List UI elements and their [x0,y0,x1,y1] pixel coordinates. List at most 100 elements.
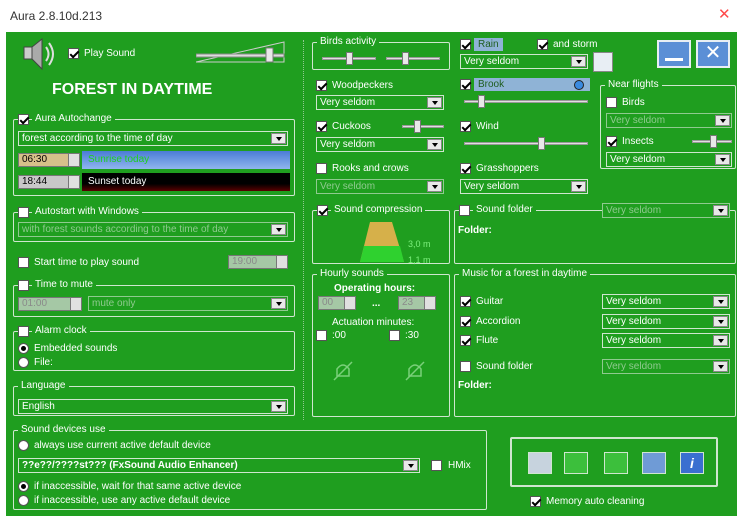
divider [303,40,304,420]
act-minutes-label: Actuation minutes: [332,317,415,328]
sunset-time-spinner[interactable]: 18:44 [18,175,80,189]
language-label: Language [18,380,69,392]
alarm-file-radio[interactable] [18,357,29,368]
wind-label: Wind [476,121,499,132]
sound-file-icon[interactable] [593,52,613,72]
device-opt1-radio[interactable] [18,440,29,451]
volume-slider[interactable] [195,40,288,64]
accordion-label: Accordion [476,316,521,327]
cuckoos-slider[interactable] [402,125,444,128]
rain-label: Rain [474,38,503,51]
insects-label: Insects [622,136,654,147]
brook-checkbox[interactable] [460,79,471,90]
alarm-checkbox[interactable] [18,326,29,337]
memory-cleaning-checkbox[interactable] [530,496,541,507]
embedded-sounds-radio[interactable] [18,343,29,354]
wind-slider[interactable] [464,142,588,145]
start-time-checkbox[interactable] [18,257,29,268]
alarm-label: Alarm clock [32,325,90,337]
autochange-checkbox[interactable] [18,114,29,125]
autostart-checkbox[interactable] [18,207,29,218]
device-opt2-label: if inaccessible, wait for that same acti… [34,481,242,492]
device-opt2-radio[interactable] [18,481,29,492]
mute-time-spinner[interactable]: 01:00 [18,297,82,311]
mute-option-dropdown[interactable]: mute only [88,296,288,311]
cuckoos-dropdown[interactable]: Very seldom [316,137,444,152]
insects-checkbox[interactable] [606,136,617,147]
language-dropdown[interactable]: English [18,399,288,414]
rooks-dropdown[interactable]: Very seldom [316,179,444,194]
flute-dropdown[interactable]: Very seldom [602,333,730,348]
wind-checkbox[interactable] [460,121,471,132]
near-birds-checkbox[interactable] [606,97,617,108]
autochange-mode-dropdown[interactable]: forest according to the time of day [18,131,288,146]
rooks-checkbox[interactable] [316,163,327,174]
close-icon[interactable]: ✕ [718,5,731,23]
rooks-label: Rooks and crows [332,163,409,174]
compression-checkbox[interactable] [317,205,328,216]
birds-activity-group: Birds activity [312,36,450,70]
insects-dropdown[interactable]: Very seldom [606,152,732,167]
play-sound-label: Play Sound [84,48,136,59]
upload-icon[interactable] [604,452,628,474]
bell-off-icon-2[interactable] [404,360,426,382]
download-icon[interactable] [564,452,588,474]
guitar-checkbox[interactable] [460,296,471,307]
info-icon[interactable]: i [680,452,704,474]
birds-slider-2[interactable] [386,57,440,60]
hours-from-spinner[interactable]: 00 [318,296,356,310]
near-flights-label: Near flights [605,79,662,91]
storm-checkbox[interactable] [537,39,548,50]
minute-30-checkbox[interactable] [389,330,400,341]
flute-label: Flute [476,335,499,346]
folder-dropdown[interactable]: Very seldom [602,203,730,218]
cuckoos-label: Cuckoos [332,121,371,132]
compression-label: Sound compression [331,204,426,216]
flute-checkbox[interactable] [460,335,471,346]
mute-checkbox[interactable] [18,280,29,291]
title-bar: Aura 2.8.10d.213 ✕ [0,0,744,32]
guitar-dropdown[interactable]: Very seldom [602,294,730,309]
hourly-label: Hourly sounds [317,268,387,280]
embedded-sounds-label: Embedded sounds [34,343,118,354]
sunrise-time-spinner[interactable]: 06:30 [18,153,80,167]
bell-off-icon[interactable] [332,360,354,382]
folder-path-label: Folder: [458,225,492,236]
woodpeckers-dropdown[interactable]: Very seldom [316,95,444,110]
music-label: Music for a forest in daytime [459,268,591,280]
near-birds-dropdown[interactable]: Very seldom [606,113,732,128]
grasshoppers-dropdown[interactable]: Very seldom [460,179,588,194]
grasshoppers-checkbox[interactable] [460,163,471,174]
start-time-label: Start time to play sound [34,257,140,268]
minute-00-checkbox[interactable] [316,330,327,341]
hmix-label: HMix [448,460,471,471]
music-folder-checkbox[interactable] [460,361,471,372]
start-time-spinner[interactable]: 19:00 [228,255,288,269]
guitar-label: Guitar [476,296,504,307]
device-dropdown[interactable]: ??e??/????st??? (FxSound Audio Enhancer) [18,458,420,473]
minute-00-label: :00 [332,330,346,341]
brook-indicator [574,80,584,90]
network-icon[interactable] [642,452,666,474]
hmix-checkbox[interactable] [431,460,442,471]
folder-open-icon[interactable] [528,452,552,474]
rain-dropdown[interactable]: Very seldom [460,54,588,69]
grasshoppers-label: Grasshoppers [476,163,539,174]
minimize-button[interactable] [657,40,691,68]
close-button[interactable]: ✕ [696,40,730,68]
device-opt3-radio[interactable] [18,495,29,506]
folder-label: Sound folder [473,204,536,216]
play-sound-checkbox[interactable] [68,48,79,59]
woodpeckers-label: Woodpeckers [332,80,393,91]
autostart-option-dropdown[interactable]: with forest sounds according to the time… [18,222,288,237]
accordion-dropdown[interactable]: Very seldom [602,314,730,329]
window-title: Aura 2.8.10d.213 [10,9,103,23]
cuckoos-checkbox[interactable] [316,121,327,132]
woodpeckers-checkbox[interactable] [316,80,327,91]
music-folder-dropdown[interactable]: Very seldom [602,359,730,374]
hours-to-spinner[interactable]: 23 [398,296,436,310]
folder-checkbox[interactable] [459,205,470,216]
accordion-checkbox[interactable] [460,316,471,327]
birds-activity-label: Birds activity [317,36,380,48]
rain-checkbox[interactable] [460,39,471,50]
